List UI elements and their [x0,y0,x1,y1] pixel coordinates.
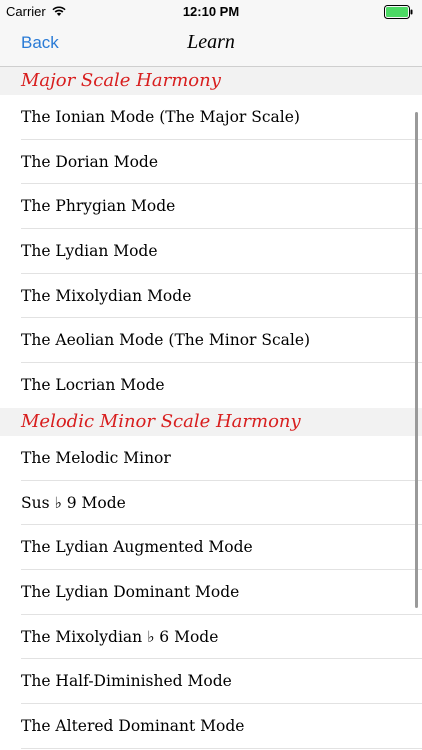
lesson-list[interactable]: Major Scale Harmony The Ionian Mode (The… [0,67,422,750]
list-item-lydian-dominant-mode[interactable]: The Lydian Dominant Mode [0,570,422,615]
battery-icon [384,5,414,19]
section-header-major-scale-harmony: Major Scale Harmony [0,67,422,95]
list-item-half-diminished-mode[interactable]: The Half-Diminished Mode [0,659,422,704]
status-time: 12:10 PM [182,4,240,19]
scrollbar[interactable] [415,112,418,608]
list-item-lydian-mode[interactable]: The Lydian Mode [0,229,422,274]
page-title: Learn [187,31,235,53]
list-item-ionian-mode[interactable]: The Ionian Mode (The Major Scale) [0,95,422,140]
list-item-dorian-mode[interactable]: The Dorian Mode [0,140,422,185]
list-item-aeolian-mode[interactable]: The Aeolian Mode (The Minor Scale) [0,318,422,363]
list-item-locrian-mode[interactable]: The Locrian Mode [0,363,422,408]
list-item-mixolydian-mode[interactable]: The Mixolydian Mode [0,274,422,319]
status-bar: Carrier 12:10 PM [0,0,422,24]
list-item-lydian-augmented-mode[interactable]: The Lydian Augmented Mode [0,525,422,570]
list-item-phrygian-mode[interactable]: The Phrygian Mode [0,184,422,229]
list-item-melodic-minor[interactable]: The Melodic Minor [0,436,422,481]
list-item-mixolydian-flat-6-mode[interactable]: The Mixolydian ♭ 6 Mode [0,615,422,660]
list-item-sus-flat-9-mode[interactable]: Sus ♭ 9 Mode [0,481,422,526]
navigation-bar: Back Learn [0,24,422,67]
list-item-altered-dominant-mode[interactable]: The Altered Dominant Mode [0,704,422,749]
section-header-melodic-minor-scale-harmony: Melodic Minor Scale Harmony [0,407,422,436]
